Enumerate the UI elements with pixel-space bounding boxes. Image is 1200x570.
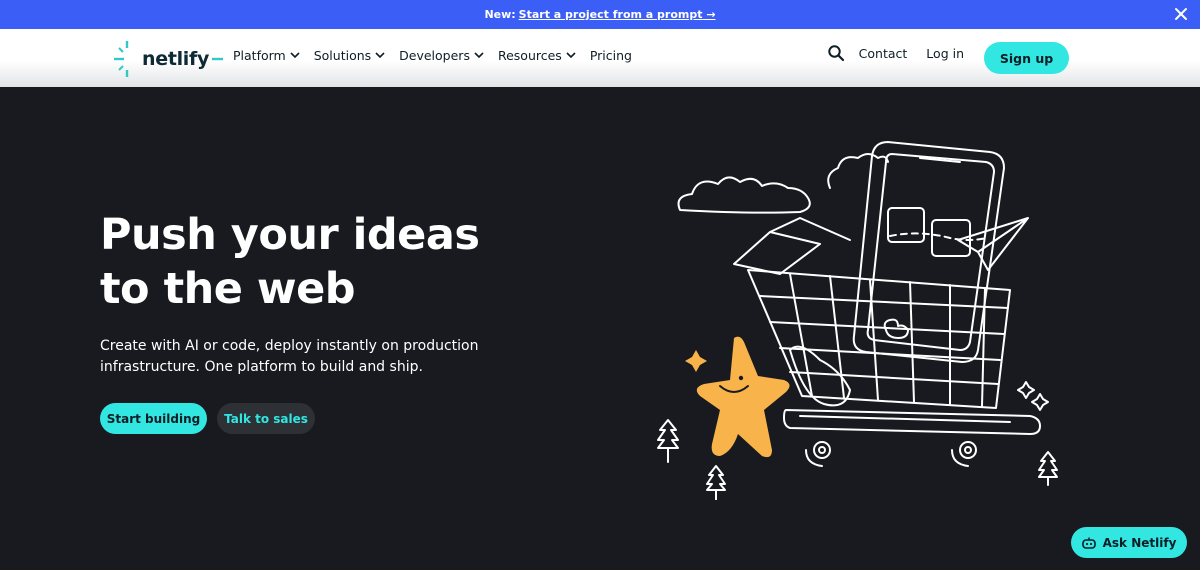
hero-title-line1: Push your ideas [100, 210, 480, 260]
netlify-logo[interactable]: netlify [112, 39, 225, 79]
nav-label: Developers [399, 48, 470, 63]
nav-resources[interactable]: Resources [498, 48, 576, 63]
cart-wheel [813, 441, 831, 459]
banner-link[interactable]: Start a project from a prompt → [519, 8, 716, 21]
chevron-down-icon [474, 52, 484, 59]
search-icon[interactable] [827, 44, 845, 62]
announcement-banner: New: Start a project from a prompt → [0, 0, 1200, 29]
yellow-sparkle-icon [685, 350, 707, 372]
signup-button[interactable]: Sign up [984, 42, 1069, 74]
chat-bot-icon [1081, 537, 1096, 549]
contact-link[interactable]: Contact [859, 46, 908, 61]
nav-label: Resources [497, 48, 562, 63]
sparkle-icon [1031, 393, 1049, 411]
banner-prefix: New: [484, 8, 516, 21]
nav-label: Platform [233, 48, 286, 63]
sparkle-icon [1017, 381, 1035, 399]
nav-label: Pricing [589, 48, 632, 63]
site-header: netlify Platform Solutions Developers Re… [0, 29, 1200, 87]
tree-icon [706, 465, 726, 500]
hero-subtitle: Create with AI or code, deploy instantly… [100, 338, 479, 375]
main-nav: Platform Solutions Developers Resources … [233, 48, 646, 63]
cloud-illustration [677, 176, 811, 214]
tree-icon [657, 419, 679, 463]
cart-wheel [959, 441, 977, 459]
nav-label: Solutions [313, 48, 372, 63]
star-mascot [696, 336, 790, 458]
nav-pricing[interactable]: Pricing [590, 48, 632, 63]
close-icon[interactable] [1172, 5, 1190, 23]
ask-netlify-label: Ask Netlify [1102, 535, 1177, 550]
netlify-logo-icon [114, 41, 129, 77]
logo-dash [212, 57, 224, 61]
chevron-down-icon [375, 52, 385, 59]
tree-icon [1038, 451, 1058, 486]
hero-title-line2: to the web [100, 264, 356, 314]
nav-solutions[interactable]: Solutions [314, 48, 385, 63]
chevron-down-icon [566, 52, 576, 59]
chevron-down-icon [290, 52, 300, 59]
login-link[interactable]: Log in [926, 46, 964, 61]
talk-to-sales-button[interactable]: Talk to sales [217, 403, 315, 434]
header-actions: Contact Log in [827, 44, 964, 62]
small-cloud-illustration [827, 153, 889, 189]
hero-title: Push your ideas to the web [100, 208, 480, 316]
logo-wordmark: netlify [142, 48, 210, 70]
nav-developers[interactable]: Developers [399, 48, 484, 63]
start-building-button[interactable]: Start building [100, 403, 207, 434]
ask-netlify-button[interactable]: Ask Netlify [1071, 527, 1187, 558]
hero-illustration [657, 141, 1058, 500]
nav-platform[interactable]: Platform [233, 48, 300, 63]
